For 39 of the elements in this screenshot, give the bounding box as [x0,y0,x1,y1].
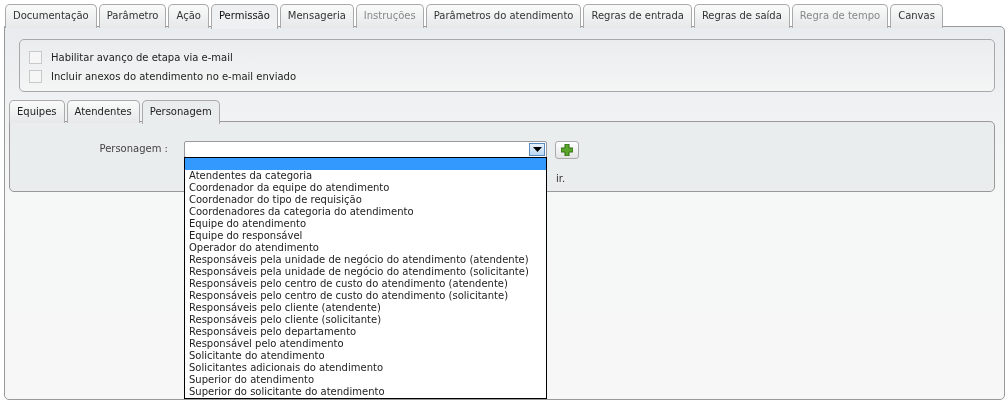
dropdown-option[interactable]: Responsáveis pelo centro de custo do atendimento (solicitante) [185,290,546,302]
dropdown-option[interactable]: Equipe do atendimento [185,218,546,230]
dropdown-option[interactable]: Coordenadores da categoria do atendimento [185,206,546,218]
hint-text: ir. [556,173,566,184]
tab[interactable]: Regras de saída [693,4,790,28]
checkbox[interactable] [29,51,42,64]
tab[interactable]: Atendentes [66,100,140,123]
tab[interactable]: Parâmetro [98,4,167,28]
dropdown-option[interactable]: Superior do solicitante do atendimento [185,386,546,398]
dropdown-option[interactable]: Responsáveis pelo departamento [185,326,546,338]
dropdown-option[interactable]: Solicitante do atendimento [185,350,546,362]
dropdown-option[interactable]: Responsáveis pelo cliente (solicitante) [185,314,546,326]
dropdown-option[interactable]: Coordenador da equipe do atendimento [185,182,546,194]
dropdown-option[interactable]: Responsáveis pela unidade de negócio do atendimento (solicitante) [185,266,546,278]
tab[interactable]: Mensageria [279,4,354,28]
checkbox[interactable] [29,70,42,83]
tab[interactable]: Equipes [9,100,65,123]
dropdown-option[interactable]: Responsável pelo atendimento [185,338,546,350]
dropdown-option[interactable]: Responsáveis pela unidade de negócio do atendimento (atendente) [185,254,546,266]
field-label: Personagem : [98,142,168,154]
dropdown-option[interactable]: Superior do atendimento [185,374,546,386]
tab[interactable]: Ação [168,4,209,28]
dropdown-option[interactable]: Responsáveis pelo centro de custo do atendimento (atendente) [185,278,546,290]
tab[interactable]: Personagem [141,100,220,124]
plus-icon [561,144,573,156]
checkbox-label: Habilitar avanço de etapa via e-mail [51,52,233,63]
tab[interactable]: Permissão [210,4,278,29]
dropdown-option[interactable]: Atendentes da categoria [185,170,546,182]
dropdown-option[interactable]: Responsáveis pelo cliente (atendente) [185,302,546,314]
checkbox-label: Incluir anexos do atendimento no e-mail enviado [51,71,297,82]
dropdown-option[interactable]: Equipe do responsável [185,230,546,242]
tab[interactable]: Parâmetros do atendimento [425,4,582,28]
add-button[interactable] [555,141,579,159]
dropdown-option[interactable]: Operador do atendimento [185,242,546,254]
dropdown-option[interactable]: Solicitantes adicionais do atendimento [185,362,546,374]
tab[interactable]: Canvas [890,4,943,28]
tab[interactable]: Regras de entrada [583,4,692,28]
dropdown-option[interactable]: Coordenador do tipo de requisição [185,194,546,206]
tab[interactable]: Documentação [5,4,97,28]
